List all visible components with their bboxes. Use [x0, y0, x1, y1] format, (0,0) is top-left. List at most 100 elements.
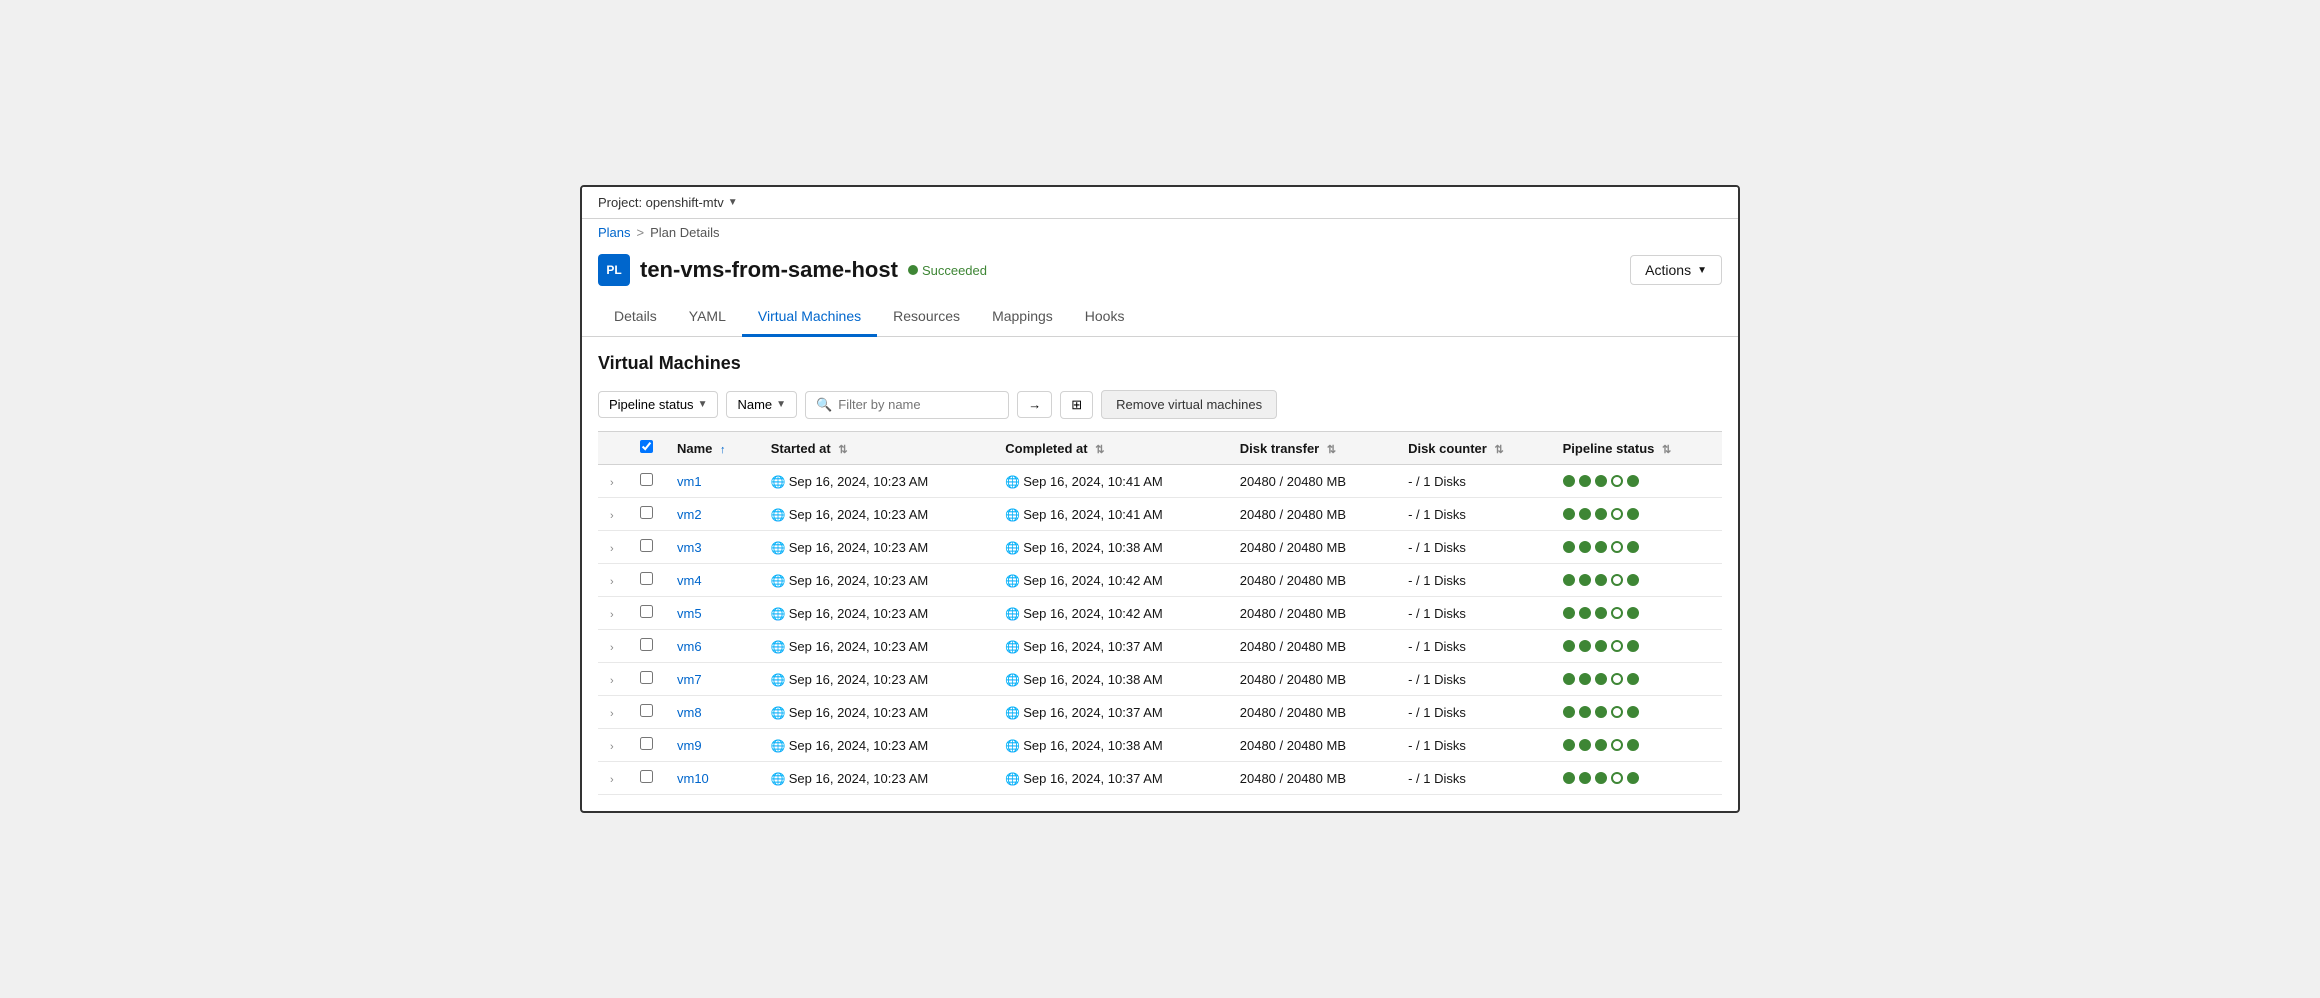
- pipeline-dot-5-4: [1627, 607, 1639, 619]
- pipeline-dot-2-5: [1579, 640, 1591, 652]
- col-disk-counter: Disk counter ⇅: [1396, 432, 1551, 465]
- row-checkbox-cell-6: [628, 663, 665, 696]
- tab-mappings[interactable]: Mappings: [976, 298, 1069, 337]
- row-checkbox-6[interactable]: [640, 671, 653, 684]
- pipeline-dot-3-3: [1595, 574, 1607, 586]
- row-checkbox-1[interactable]: [640, 506, 653, 519]
- pipeline-dot-2-0: [1579, 475, 1591, 487]
- pipeline-dot-2-8: [1579, 739, 1591, 751]
- table-row: › vm1 🌐Sep 16, 2024, 10:23 AM 🌐Sep 16, 2…: [598, 465, 1722, 498]
- row-disk-counter-8: - / 1 Disks: [1396, 729, 1551, 762]
- row-pipeline-status-3: [1551, 564, 1722, 597]
- row-checkbox-7[interactable]: [640, 704, 653, 717]
- table-row: › vm4 🌐Sep 16, 2024, 10:23 AM 🌐Sep 16, 2…: [598, 564, 1722, 597]
- page-header: PL ten-vms-from-same-host Succeeded Acti…: [582, 246, 1738, 298]
- row-disk-counter-2: - / 1 Disks: [1396, 531, 1551, 564]
- row-expand-6[interactable]: ›: [598, 663, 628, 696]
- section-title: Virtual Machines: [598, 353, 1722, 374]
- row-expand-1[interactable]: ›: [598, 498, 628, 531]
- row-checkbox-5[interactable]: [640, 638, 653, 651]
- breadcrumb-current: Plan Details: [650, 225, 719, 240]
- row-expand-3[interactable]: ›: [598, 564, 628, 597]
- select-all-header: [628, 432, 665, 465]
- pipeline-dot-3-4: [1595, 607, 1607, 619]
- tab-yaml[interactable]: YAML: [673, 298, 742, 337]
- pipeline-dot-3-6: [1595, 673, 1607, 685]
- row-disk-transfer-8: 20480 / 20480 MB: [1228, 729, 1396, 762]
- row-expand-5[interactable]: ›: [598, 630, 628, 663]
- row-disk-transfer-5: 20480 / 20480 MB: [1228, 630, 1396, 663]
- pipeline-dot-1-8: [1563, 739, 1575, 751]
- row-disk-counter-4: - / 1 Disks: [1396, 597, 1551, 630]
- pipeline-dot-5-2: [1627, 541, 1639, 553]
- project-label-text: Project: openshift-mtv: [598, 195, 724, 210]
- row-started-5: 🌐Sep 16, 2024, 10:23 AM: [759, 630, 994, 663]
- tab-resources[interactable]: Resources: [877, 298, 976, 337]
- pipeline-dot-2-1: [1579, 508, 1591, 520]
- search-go-button[interactable]: →: [1017, 391, 1052, 418]
- row-name-6: vm7: [665, 663, 759, 696]
- pipeline-dot-1-9: [1563, 772, 1575, 784]
- select-all-checkbox[interactable]: [640, 440, 653, 453]
- row-disk-transfer-4: 20480 / 20480 MB: [1228, 597, 1396, 630]
- row-disk-counter-9: - / 1 Disks: [1396, 762, 1551, 795]
- row-name-2: vm3: [665, 531, 759, 564]
- row-checkbox-9[interactable]: [640, 770, 653, 783]
- row-started-2: 🌐Sep 16, 2024, 10:23 AM: [759, 531, 994, 564]
- name-filter[interactable]: Name ▼: [726, 391, 797, 418]
- pipeline-dot-4-1: [1611, 508, 1623, 520]
- row-pipeline-status-4: [1551, 597, 1722, 630]
- pipeline-dot-5-5: [1627, 640, 1639, 652]
- tab-virtual-machines[interactable]: Virtual Machines: [742, 298, 877, 337]
- pipeline-dot-5-0: [1627, 475, 1639, 487]
- pipeline-dot-5-8: [1627, 739, 1639, 751]
- pipeline-dot-3-5: [1595, 640, 1607, 652]
- pipeline-dot-2-9: [1579, 772, 1591, 784]
- row-disk-counter-6: - / 1 Disks: [1396, 663, 1551, 696]
- actions-button[interactable]: Actions ▼: [1630, 255, 1722, 285]
- pipeline-status-filter[interactable]: Pipeline status ▼: [598, 391, 718, 418]
- top-bar: Project: openshift-mtv ▼: [582, 187, 1738, 219]
- row-expand-8[interactable]: ›: [598, 729, 628, 762]
- row-checkbox-cell-4: [628, 597, 665, 630]
- col-started-at: Started at ⇅: [759, 432, 994, 465]
- row-checkbox-4[interactable]: [640, 605, 653, 618]
- row-expand-9[interactable]: ›: [598, 762, 628, 795]
- search-input[interactable]: [838, 397, 998, 412]
- project-selector[interactable]: Project: openshift-mtv ▼: [598, 195, 738, 210]
- row-completed-0: 🌐Sep 16, 2024, 10:41 AM: [993, 465, 1228, 498]
- row-disk-transfer-2: 20480 / 20480 MB: [1228, 531, 1396, 564]
- table-row: › vm2 🌐Sep 16, 2024, 10:23 AM 🌐Sep 16, 2…: [598, 498, 1722, 531]
- started-sort-icon: ⇅: [838, 444, 847, 456]
- row-name-7: vm8: [665, 696, 759, 729]
- toolbar: Pipeline status ▼ Name ▼ 🔍 → ⊞ Remove vi…: [598, 390, 1722, 419]
- row-expand-7[interactable]: ›: [598, 696, 628, 729]
- row-checkbox-cell-8: [628, 729, 665, 762]
- row-checkbox-3[interactable]: [640, 572, 653, 585]
- tab-details[interactable]: Details: [598, 298, 673, 337]
- tab-hooks[interactable]: Hooks: [1069, 298, 1141, 337]
- pipeline-dot-1-6: [1563, 673, 1575, 685]
- pipeline-dot-2-7: [1579, 706, 1591, 718]
- row-disk-transfer-1: 20480 / 20480 MB: [1228, 498, 1396, 531]
- row-expand-2[interactable]: ›: [598, 531, 628, 564]
- row-pipeline-status-1: [1551, 498, 1722, 531]
- row-expand-4[interactable]: ›: [598, 597, 628, 630]
- row-disk-counter-7: - / 1 Disks: [1396, 696, 1551, 729]
- disk-counter-sort-icon: ⇅: [1494, 444, 1503, 456]
- status-badge: Succeeded: [908, 263, 987, 278]
- pipeline-dot-3-0: [1595, 475, 1607, 487]
- pipeline-dot-3-1: [1595, 508, 1607, 520]
- column-management-button[interactable]: ⊞: [1060, 391, 1093, 419]
- row-started-8: 🌐Sep 16, 2024, 10:23 AM: [759, 729, 994, 762]
- row-checkbox-0[interactable]: [640, 473, 653, 486]
- row-checkbox-8[interactable]: [640, 737, 653, 750]
- breadcrumb-plans-link[interactable]: Plans: [598, 225, 631, 240]
- row-completed-8: 🌐Sep 16, 2024, 10:38 AM: [993, 729, 1228, 762]
- pipeline-dot-5-1: [1627, 508, 1639, 520]
- remove-vms-button[interactable]: Remove virtual machines: [1101, 390, 1277, 419]
- row-checkbox-2[interactable]: [640, 539, 653, 552]
- table-header-row: Name ↑ Started at ⇅ Completed at ⇅ Disk …: [598, 432, 1722, 465]
- row-expand-0[interactable]: ›: [598, 465, 628, 498]
- page-title-row: PL ten-vms-from-same-host Succeeded: [598, 254, 987, 286]
